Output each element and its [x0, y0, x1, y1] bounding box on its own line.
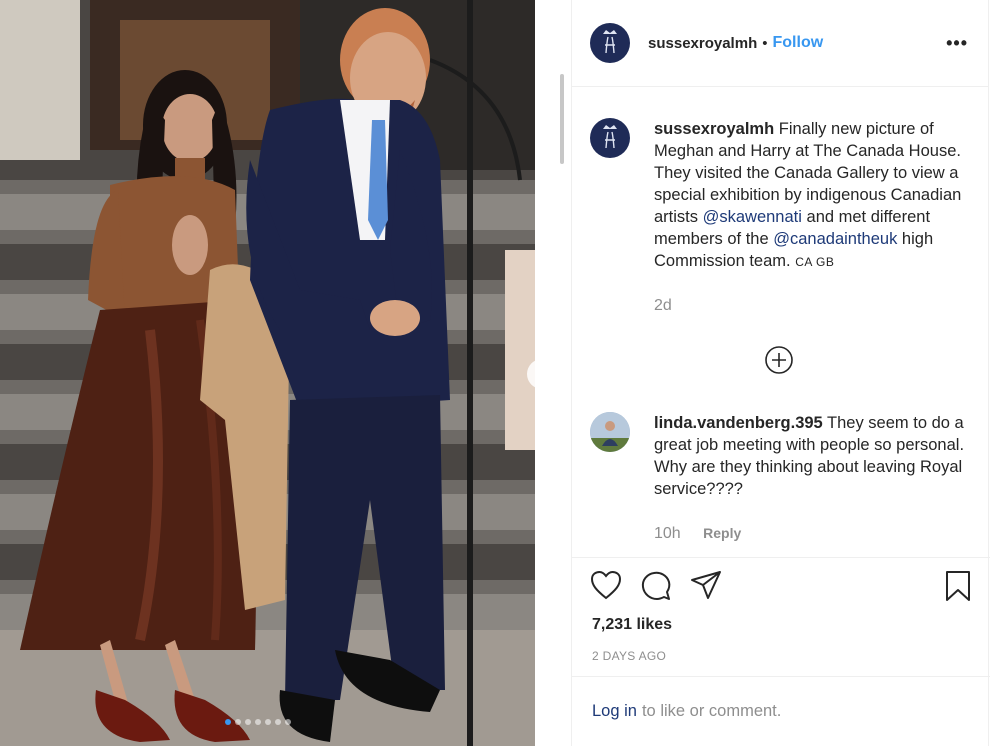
carousel-indicator [225, 719, 291, 725]
login-suffix: to like or comment. [641, 702, 782, 720]
comment-body: linda.vandenberg.395 They seem to do a g… [654, 412, 966, 545]
comment-meta: 10h Reply [654, 522, 966, 545]
action-bar [590, 570, 970, 610]
comment-age: 10h [654, 525, 681, 542]
post-photo[interactable] [0, 0, 535, 746]
avatar[interactable] [590, 23, 630, 63]
bookmark-icon [946, 571, 970, 601]
comments-scrollbar[interactable] [560, 74, 564, 164]
post-username[interactable]: sussexroyalmh [648, 35, 757, 52]
comment-button[interactable] [640, 570, 672, 607]
caption: sussexroyalmh Finally new picture of Meg… [590, 118, 966, 317]
caption-body: sussexroyalmh Finally new picture of Meg… [654, 118, 966, 317]
reply-button[interactable]: Reply [703, 525, 741, 541]
save-button[interactable] [945, 570, 971, 607]
carousel-dot [245, 719, 251, 725]
photo-illustration [0, 0, 535, 746]
post-sidebar: sussexroyalmh • Follow ••• sussexroyalmh… [571, 0, 990, 746]
follow-button[interactable]: Follow [773, 34, 824, 52]
mention-link[interactable]: @skawennati [703, 208, 802, 226]
monogram-icon [603, 30, 617, 54]
login-link[interactable]: Log in [592, 702, 637, 721]
heart-icon [590, 570, 622, 600]
carousel-dot [235, 719, 241, 725]
plus-circle-icon [765, 346, 793, 374]
avatar[interactable] [590, 118, 630, 158]
login-prompt: Log in to like or comment. [572, 676, 990, 746]
comment-item: linda.vandenberg.395 They seem to do a g… [590, 412, 966, 545]
share-button[interactable] [690, 570, 722, 605]
more-options-button[interactable]: ••• [946, 33, 968, 54]
carousel-dot [225, 719, 231, 725]
user-photo-icon [590, 412, 630, 452]
monogram-icon [603, 125, 617, 149]
post-header: sussexroyalmh • Follow ••• [572, 0, 988, 87]
like-button[interactable] [590, 570, 622, 605]
comment-username[interactable]: linda.vandenberg.395 [654, 414, 823, 432]
comments-list: sussexroyalmh Finally new picture of Meg… [572, 88, 990, 558]
paper-plane-icon [691, 571, 721, 599]
carousel-dot [265, 719, 271, 725]
comment-icon [641, 571, 671, 600]
carousel-dot [285, 719, 291, 725]
post-timestamp: 2 DAYS AGO [592, 649, 667, 663]
caption-age: 2d [654, 297, 672, 314]
avatar[interactable] [590, 412, 630, 452]
likes-count[interactable]: 7,231 likes [592, 616, 672, 634]
carousel-dot [275, 719, 281, 725]
carousel-dot [255, 719, 261, 725]
flag-emojis: CA GB [795, 255, 835, 269]
mention-link[interactable]: @canadaintheuk [773, 230, 897, 248]
header-separator: • [762, 34, 768, 52]
caption-username[interactable]: sussexroyalmh [654, 120, 774, 138]
load-more-comments-button[interactable] [764, 345, 794, 380]
